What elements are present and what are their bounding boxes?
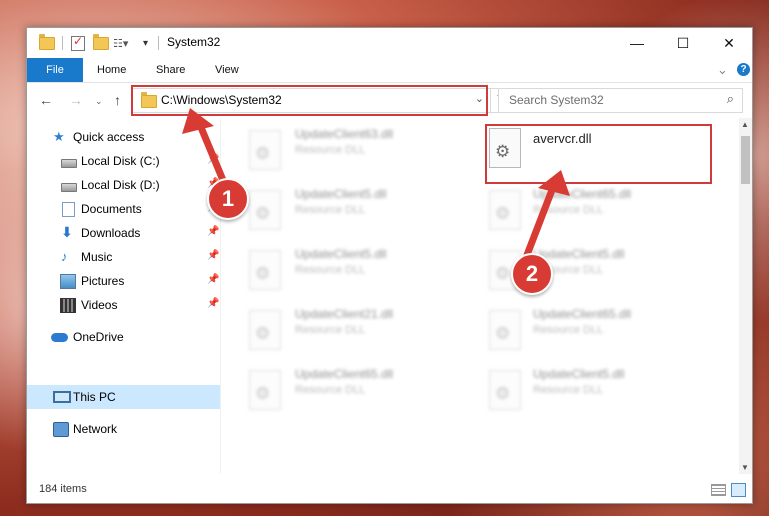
- arrow-1: [196, 121, 229, 189]
- arrow-2: [523, 186, 556, 259]
- step-2-badge: 2: [511, 253, 553, 295]
- arrow-1-head: [182, 108, 214, 134]
- step-1-badge: 1: [207, 178, 249, 220]
- annotation-arrows: [182, 108, 570, 259]
